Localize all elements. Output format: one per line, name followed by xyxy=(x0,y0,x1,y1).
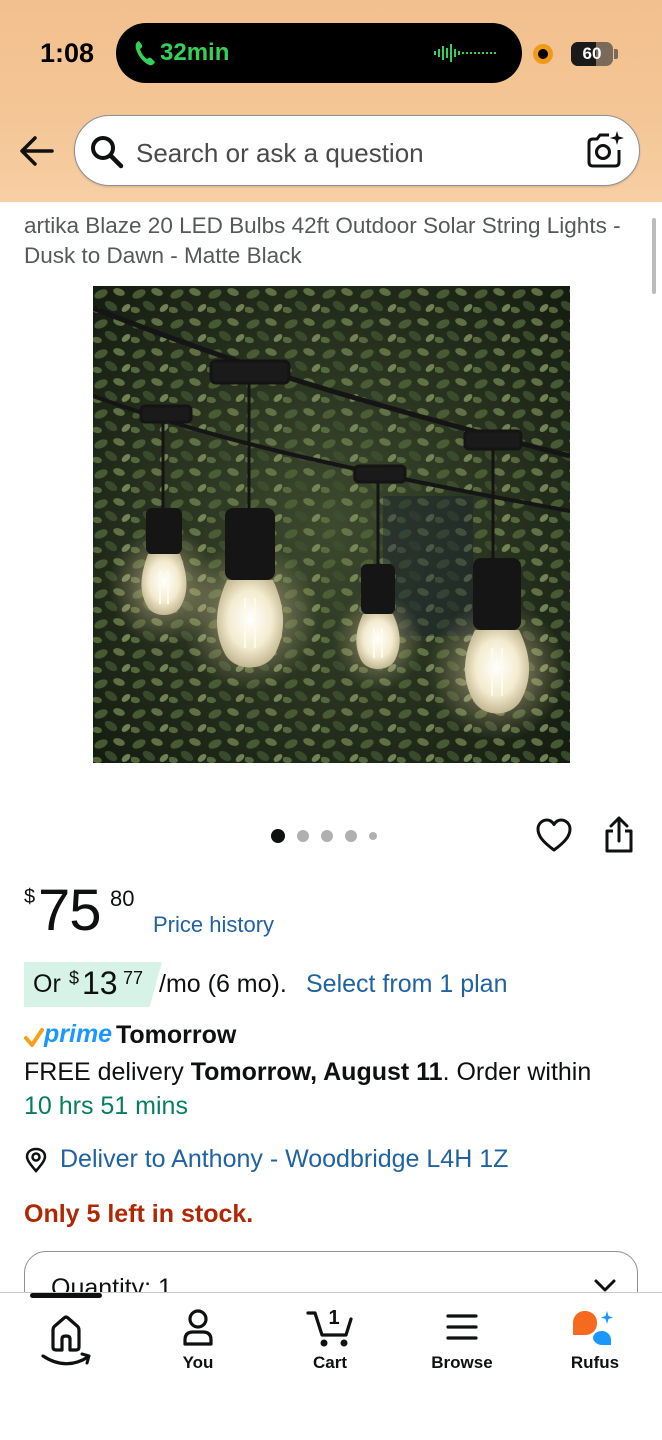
call-indicator[interactable]: 32min xyxy=(116,23,522,83)
installment-currency: $ xyxy=(69,968,80,988)
nav-you[interactable]: You xyxy=(132,1293,264,1393)
delivery-info: FREE delivery Tomorrow, August 11. Order… xyxy=(24,1058,591,1087)
scroll-indicator xyxy=(652,218,656,294)
camera-search-icon[interactable] xyxy=(585,130,625,170)
back-arrow-icon[interactable] xyxy=(18,134,56,168)
share-icon[interactable] xyxy=(603,816,635,854)
carousel-dot[interactable] xyxy=(321,830,333,842)
nav-home[interactable] xyxy=(0,1293,132,1393)
search-input[interactable]: Search or ask a question xyxy=(74,115,640,186)
delivery-prefix: FREE delivery xyxy=(24,1058,191,1086)
menu-icon xyxy=(446,1314,478,1340)
rufus-icon xyxy=(573,1311,613,1345)
product-image[interactable] xyxy=(93,286,570,763)
select-plan-link[interactable]: Select from 1 plan xyxy=(306,970,508,999)
battery-cap xyxy=(614,49,618,59)
nav-active-indicator xyxy=(30,1293,102,1298)
delivery-suffix: . Order within xyxy=(442,1058,592,1086)
phone-icon xyxy=(135,41,155,66)
battery-icon: 60 xyxy=(571,42,613,66)
installment-term: /mo (6 mo). xyxy=(159,970,287,998)
prime-logo: prime xyxy=(44,1020,113,1048)
status-time: 1:08 xyxy=(40,38,95,68)
installment-fraction: 77 xyxy=(123,968,144,988)
recording-dot-icon xyxy=(533,44,553,64)
carousel-dot[interactable] xyxy=(369,832,377,840)
installment-whole: 13 xyxy=(82,965,118,1001)
deliver-to-link[interactable]: Deliver to Anthony - Woodbridge L4H 1Z xyxy=(60,1145,508,1174)
battery-level: 60 xyxy=(582,44,602,63)
search-icon xyxy=(91,136,124,169)
search-placeholder: Search or ask a question xyxy=(136,138,424,168)
header: 1:08 32min 60 Search or ask a question xyxy=(0,0,662,202)
nav-label-cart: Cart xyxy=(312,1353,347,1372)
prime-delivery-day: Tomorrow xyxy=(116,1021,237,1049)
carousel-dot[interactable] xyxy=(271,829,285,843)
stock-status: Only 5 left in stock. xyxy=(24,1200,254,1228)
call-duration: 32min xyxy=(160,39,230,66)
nav-rufus[interactable]: Rufus xyxy=(529,1293,661,1393)
cart-count-badge: 1 xyxy=(328,1307,340,1329)
bottom-nav: You 1 Cart Browse Rufus xyxy=(0,1292,662,1440)
price-fraction: 80 xyxy=(110,886,135,911)
location-pin-icon[interactable] xyxy=(24,1147,48,1173)
product-title[interactable]: artika Blaze 20 LED Bulbs 42ft Outdoor S… xyxy=(24,211,644,271)
carousel-dot[interactable] xyxy=(297,830,309,842)
nav-label-rufus: Rufus xyxy=(570,1353,620,1372)
nav-label-browse: Browse xyxy=(431,1353,493,1372)
carousel-dot[interactable] xyxy=(345,830,357,842)
nav-label-you: You xyxy=(182,1353,214,1372)
string-lights-photo xyxy=(93,286,570,763)
image-carousel-dots[interactable] xyxy=(271,828,377,844)
nav-cart[interactable]: 1 Cart xyxy=(264,1293,396,1393)
prime-check-icon xyxy=(24,1028,44,1047)
heart-icon[interactable] xyxy=(535,817,573,853)
person-icon xyxy=(183,1309,213,1346)
price-whole: 75 xyxy=(38,878,102,943)
delivery-countdown: 10 hrs 51 mins xyxy=(24,1092,188,1120)
home-icon xyxy=(41,1315,91,1366)
price-history-link[interactable]: Price history xyxy=(153,912,274,938)
audio-wave-icon xyxy=(434,44,496,62)
price-currency: $ xyxy=(24,886,36,908)
nav-browse[interactable]: Browse xyxy=(396,1293,528,1393)
installment-prefix: Or xyxy=(33,970,61,998)
delivery-date: Tomorrow, August 11 xyxy=(190,1058,443,1086)
